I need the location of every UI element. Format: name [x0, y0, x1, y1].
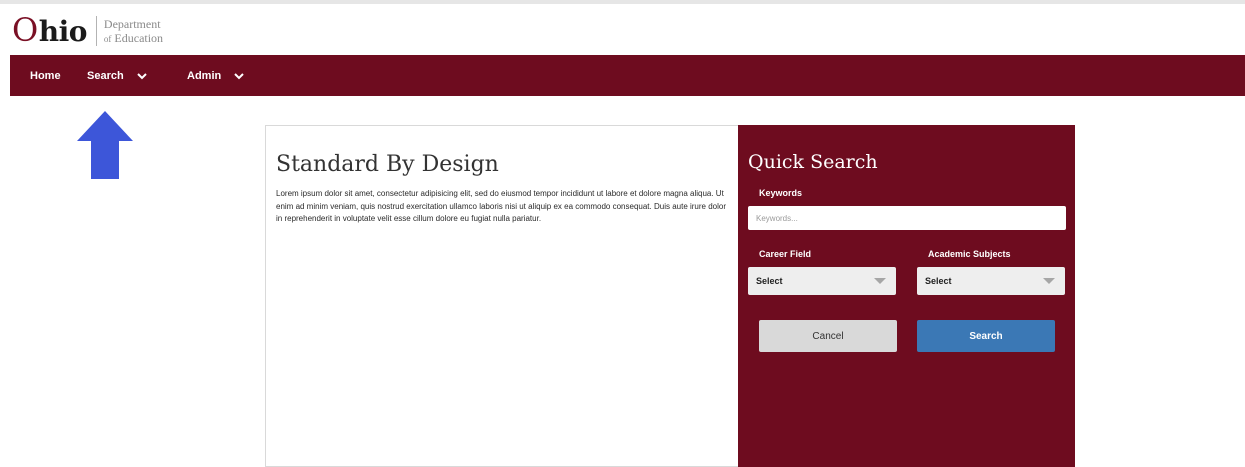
logo-dept-line2: of Education — [104, 31, 163, 46]
career-field-label: Career Field — [759, 249, 812, 259]
nav-search-dropdown[interactable]: Search — [87, 55, 148, 96]
logo-dept-line1: Department — [103, 16, 161, 31]
cancel-button[interactable]: Cancel — [759, 320, 897, 352]
logo-divider — [95, 16, 97, 46]
caret-down-icon — [874, 278, 886, 284]
career-field-select[interactable]: Select — [748, 267, 896, 295]
intro-paragraph: Lorem ipsum dolor sit amet, consectetur … — [276, 189, 726, 223]
caret-down-icon — [1043, 278, 1055, 284]
chevron-down-icon — [234, 72, 244, 79]
content-card: Standard By Design Lorem ipsum dolor sit… — [265, 125, 1075, 467]
quick-search-title: Quick Search — [748, 151, 878, 173]
intro-section: Standard By Design Lorem ipsum dolor sit… — [266, 126, 738, 466]
academic-subjects-label: Academic Subjects — [928, 249, 1011, 259]
academic-subjects-select[interactable]: Select — [917, 267, 1065, 295]
career-field-value: Select — [756, 276, 783, 286]
quick-search-panel: Quick Search Keywords Career Field Selec… — [738, 125, 1075, 467]
logo-dept-education: Education — [114, 30, 164, 45]
ohio-education-logo[interactable]: Ohio Department of Education — [12, 10, 163, 52]
nav-home-label: Home — [30, 69, 61, 82]
nav-admin-dropdown[interactable]: Admin — [187, 55, 245, 96]
page-title: Standard By Design — [276, 152, 499, 177]
site-header: Ohio Department of Education — [10, 6, 410, 52]
logo-wordmark: Ohio — [12, 10, 87, 52]
chevron-down-icon — [136, 72, 147, 79]
nav-home[interactable]: Home — [30, 55, 61, 96]
logo-dept-of: of — [103, 33, 112, 44]
keywords-label: Keywords — [759, 188, 803, 198]
keywords-input[interactable] — [748, 206, 1066, 230]
nav-search-label: Search — [87, 69, 124, 82]
logo-hio-letters: hio — [38, 15, 88, 48]
logo-department-text: Department of Education — [104, 17, 163, 46]
search-button[interactable]: Search — [917, 320, 1055, 352]
top-border — [0, 0, 1245, 4]
arrow-up-icon — [77, 111, 133, 179]
logo-o-letter: O — [12, 11, 38, 49]
academic-subjects-value: Select — [925, 276, 952, 286]
nav-admin-label: Admin — [187, 69, 222, 82]
main-navbar: Home Search Admin — [10, 55, 1245, 96]
